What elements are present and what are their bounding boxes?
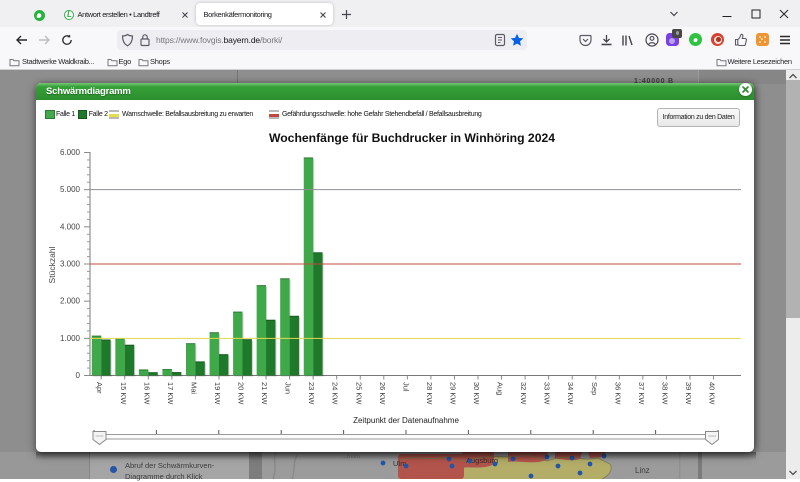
svg-text:5.000: 5.000 [60, 185, 81, 194]
svg-text:Aug: Aug [496, 382, 505, 395]
svg-text:34 KW: 34 KW [566, 382, 575, 405]
svg-text:26 KW: 26 KW [378, 382, 387, 405]
svg-text:23 KW: 23 KW [307, 382, 316, 405]
svg-text:Apr: Apr [95, 382, 104, 394]
svg-text:15 KW: 15 KW [119, 382, 128, 405]
svg-text:32 KW: 32 KW [519, 382, 528, 405]
svg-text:20 KW: 20 KW [237, 382, 246, 405]
svg-text:38 KW: 38 KW [660, 382, 669, 405]
svg-text:33 KW: 33 KW [543, 382, 552, 405]
svg-text:28 KW: 28 KW [425, 382, 434, 405]
svg-text:Linz: Linz [635, 466, 650, 475]
svg-text:19 KW: 19 KW [213, 382, 222, 405]
svg-text:Wochenfänge für Buchdrucker in: Wochenfänge für Buchdrucker in Winhöring… [269, 131, 555, 145]
svg-text:30 KW: 30 KW [472, 382, 481, 405]
svg-text:1.000: 1.000 [60, 334, 81, 343]
svg-text:24 KW: 24 KW [331, 382, 340, 405]
svg-text:Sep: Sep [590, 382, 599, 395]
svg-text:2.000: 2.000 [60, 297, 81, 306]
svg-text:39 KW: 39 KW [684, 382, 693, 405]
svg-text:Zeitpunkt der Datenaufnahme: Zeitpunkt der Datenaufnahme [353, 416, 459, 425]
svg-text:40 KW: 40 KW [708, 382, 717, 405]
svg-text:Jun: Jun [284, 382, 293, 394]
svg-text:3.000: 3.000 [60, 260, 81, 269]
svg-text:25 KW: 25 KW [354, 382, 363, 405]
svg-text:0: 0 [76, 371, 81, 380]
svg-text:6.000: 6.000 [60, 148, 81, 157]
svg-text:36 KW: 36 KW [613, 382, 622, 405]
svg-text:17 KW: 17 KW [166, 382, 175, 405]
svg-text:29 KW: 29 KW [448, 382, 457, 405]
svg-text:4.000: 4.000 [60, 222, 81, 231]
svg-text:Stückzahl: Stückzahl [47, 246, 57, 283]
svg-text:16 KW: 16 KW [142, 382, 151, 405]
svg-text:21 KW: 21 KW [260, 382, 269, 405]
svg-text:37 KW: 37 KW [637, 382, 646, 405]
svg-text:Jul: Jul [401, 382, 410, 392]
svg-text:Mai: Mai [189, 382, 198, 394]
